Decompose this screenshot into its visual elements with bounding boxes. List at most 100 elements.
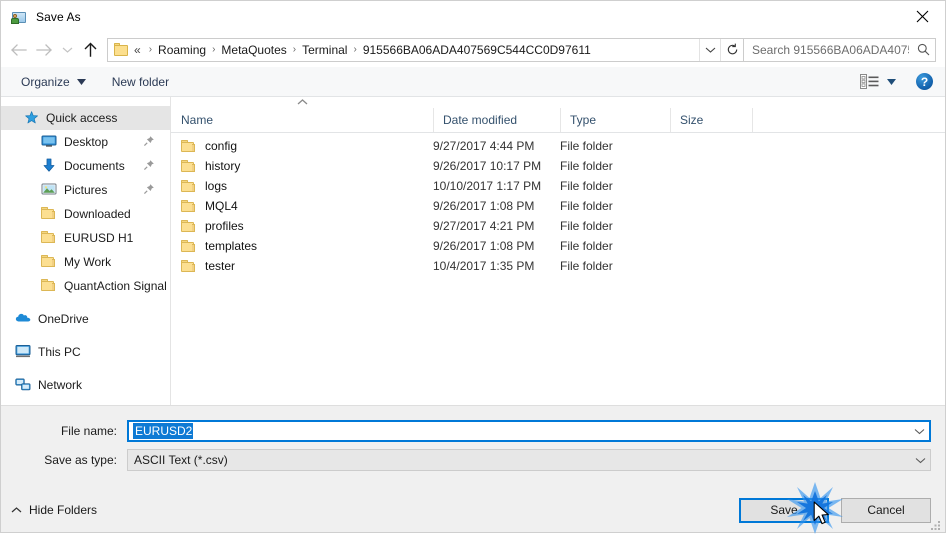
file-name-label: config <box>205 139 238 153</box>
chevron-down-icon <box>705 47 715 53</box>
close-button[interactable] <box>899 1 945 32</box>
breadcrumb-item-terminal-id[interactable]: 915566BA06ADA407569C544CC0D97611 <box>362 43 592 57</box>
sidebar-item-downloaded[interactable]: Downloaded <box>1 202 170 226</box>
breadcrumb-separator: › <box>292 44 297 55</box>
column-header-type[interactable]: Type <box>560 108 670 132</box>
file-type-cell: File folder <box>560 179 613 193</box>
table-row[interactable]: history 9/26/2017 10:17 PM File folder <box>171 156 945 176</box>
file-name-label: profiles <box>205 219 244 233</box>
help-button[interactable]: ? <box>916 73 933 90</box>
file-type-cell: File folder <box>560 139 613 153</box>
table-row[interactable]: tester 10/4/2017 1:35 PM File folder <box>171 256 945 276</box>
chevron-down-icon <box>62 47 72 53</box>
new-folder-button[interactable]: New folder <box>106 70 175 94</box>
file-type-cell: File folder <box>560 259 613 273</box>
sidebar-item-label: EURUSD H1 <box>64 231 134 245</box>
change-view-button[interactable] <box>856 70 900 94</box>
save-button[interactable]: Save <box>739 497 829 523</box>
filename-value: EURUSD2 <box>133 423 194 439</box>
savetype-select[interactable]: ASCII Text (*.csv) <box>127 449 931 471</box>
breadcrumb-overflow[interactable]: « <box>133 43 144 57</box>
folder-icon <box>114 43 129 56</box>
onedrive-icon <box>15 311 31 327</box>
table-row[interactable]: logs 10/10/2017 1:17 PM File folder <box>171 176 945 196</box>
sidebar-item-label: Desktop <box>64 135 109 149</box>
folder-icon <box>181 179 197 193</box>
file-name-cell: templates <box>171 239 433 253</box>
file-date-cell: 10/10/2017 1:17 PM <box>433 179 542 193</box>
sidebar-item-documents[interactable]: Documents <box>1 154 170 178</box>
file-name-label: templates <box>205 239 258 253</box>
breadcrumb-item-roaming[interactable]: Roaming <box>157 43 207 57</box>
filename-dropdown-button[interactable] <box>909 428 929 435</box>
thispc-icon <box>15 344 31 360</box>
folder-icon <box>41 278 57 294</box>
file-name-cell: history <box>171 159 433 173</box>
table-row[interactable]: config 9/27/2017 4:44 PM File folder <box>171 136 945 156</box>
savetype-label: Save as type: <box>44 453 117 467</box>
forward-button[interactable] <box>31 37 57 63</box>
sidebar-item-label: Pictures <box>64 183 108 197</box>
savetype-dropdown-button[interactable] <box>910 457 930 464</box>
file-name-label: MQL4 <box>205 199 238 213</box>
sidebar-item-label: My Work <box>64 255 112 269</box>
refresh-button[interactable] <box>720 38 743 61</box>
up-button[interactable] <box>77 37 103 63</box>
star-icon <box>23 110 39 126</box>
breadcrumb-item-metaquotes[interactable]: MetaQuotes <box>220 43 287 57</box>
pin-icon[interactable] <box>143 159 155 171</box>
save-form: File name: EURUSD2 Save as type: ASCII T… <box>1 405 945 488</box>
search-box[interactable] <box>744 37 936 62</box>
breadcrumb-separator: › <box>212 44 216 55</box>
column-header-row: Name Date modified Type Size <box>171 108 945 133</box>
folder-icon <box>181 199 197 213</box>
column-header-date-modified[interactable]: Date modified <box>433 108 560 132</box>
caret-down-icon <box>887 78 896 85</box>
folder-icon <box>181 139 197 153</box>
pictures-icon <box>41 182 57 198</box>
sidebar-item-label: Documents <box>64 159 125 173</box>
caret-down-icon <box>76 78 86 85</box>
recent-locations-button[interactable] <box>57 37 77 63</box>
sort-indicator-bar <box>171 97 945 108</box>
column-header-size[interactable]: Size <box>670 108 752 132</box>
sidebar-item-pictures[interactable]: Pictures <box>1 178 170 202</box>
sidebar-item-quick-access[interactable]: Quick access <box>1 106 170 130</box>
sidebar-item-desktop[interactable]: Desktop <box>1 130 170 154</box>
sidebar-item-my-work[interactable]: My Work <box>1 250 170 274</box>
pin-icon[interactable] <box>143 183 155 195</box>
navigation-bar: « › Roaming › MetaQuotes › Terminal › 91… <box>1 32 945 67</box>
breadcrumb-separator: › <box>148 44 153 55</box>
table-row[interactable]: profiles 9/27/2017 4:21 PM File folder <box>171 216 945 236</box>
sidebar-item-eurusd-h1[interactable]: EURUSD H1 <box>1 226 170 250</box>
save-as-dialog: Save As « › Roaming › MetaQuotes › Termi… <box>0 0 946 534</box>
window-title: Save As <box>36 9 81 24</box>
resize-grip-icon[interactable] <box>930 518 942 530</box>
file-name-cell: profiles <box>171 219 433 233</box>
hide-folders-button[interactable]: Hide Folders <box>11 503 97 517</box>
folder-icon <box>181 259 197 273</box>
column-header-name[interactable]: Name <box>171 108 433 132</box>
organize-label: Organize <box>21 74 70 89</box>
search-icon <box>911 39 935 61</box>
address-bar[interactable]: « › Roaming › MetaQuotes › Terminal › 91… <box>107 37 744 62</box>
sidebar-item-quantaction-signal[interactable]: QuantAction Signal <box>1 274 170 298</box>
table-row[interactable]: MQL4 9/26/2017 1:08 PM File folder <box>171 196 945 216</box>
address-dropdown-button[interactable] <box>699 38 720 61</box>
filename-input[interactable]: EURUSD2 <box>127 420 931 442</box>
pin-icon[interactable] <box>143 135 155 147</box>
sidebar-item-onedrive[interactable]: OneDrive <box>1 307 170 331</box>
file-name-cell: logs <box>171 179 433 193</box>
breadcrumb-item-terminal[interactable]: Terminal <box>301 43 348 57</box>
savetype-row: Save as type: ASCII Text (*.csv) <box>15 449 931 471</box>
cancel-button[interactable]: Cancel <box>841 497 931 523</box>
back-button[interactable] <box>5 37 31 63</box>
search-input[interactable] <box>744 41 911 58</box>
sidebar-item-network[interactable]: Network <box>1 373 170 397</box>
organize-button[interactable]: Organize <box>15 70 92 94</box>
sidebar-item-this-pc[interactable]: This PC <box>1 340 170 364</box>
file-list[interactable]: config 9/27/2017 4:44 PM File folder his… <box>171 133 945 405</box>
file-name-label: history <box>205 159 241 173</box>
save-label: Save <box>770 503 798 517</box>
table-row[interactable]: templates 9/26/2017 1:08 PM File folder <box>171 236 945 256</box>
